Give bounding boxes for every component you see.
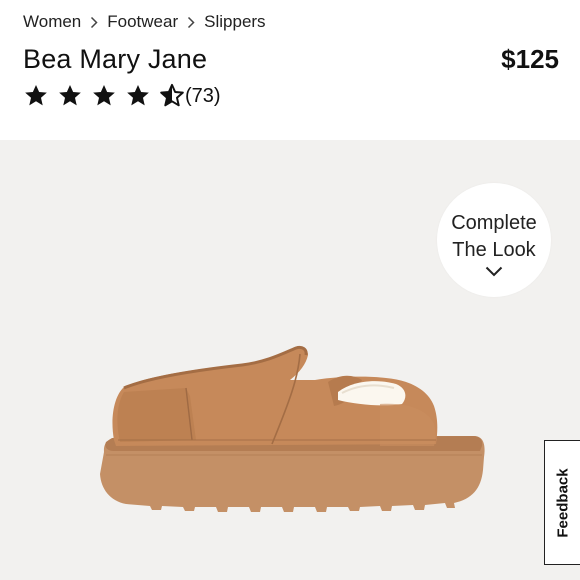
product-price: $125 — [501, 44, 559, 74]
complete-the-look-label-line2: The Look — [452, 239, 536, 261]
star-rating — [23, 83, 193, 109]
star-full-icon — [59, 84, 81, 106]
star-full-icon — [127, 84, 149, 106]
chevron-down-icon — [485, 266, 503, 277]
complete-the-look-label-line1: Complete — [451, 212, 537, 234]
chevron-right-icon — [81, 16, 107, 29]
star-full-icon — [25, 84, 47, 106]
breadcrumb-women-link[interactable]: Women — [23, 12, 81, 32]
complete-the-look-button[interactable]: Complete The Look — [437, 183, 551, 297]
breadcrumb-slippers-link[interactable]: Slippers — [204, 12, 265, 32]
breadcrumb: Women Footwear Slippers — [23, 10, 266, 34]
product-rating[interactable]: (73) — [23, 82, 221, 110]
product-title: Bea Mary Jane — [23, 44, 208, 74]
chevron-right-icon — [178, 16, 204, 29]
breadcrumb-footwear-link[interactable]: Footwear — [107, 12, 178, 32]
star-full-icon — [93, 84, 115, 106]
review-count[interactable]: (73) — [185, 85, 221, 108]
feedback-label: Feedback — [554, 467, 571, 538]
feedback-tab[interactable]: Feedback — [544, 440, 580, 565]
star-half-icon — [160, 83, 184, 107]
